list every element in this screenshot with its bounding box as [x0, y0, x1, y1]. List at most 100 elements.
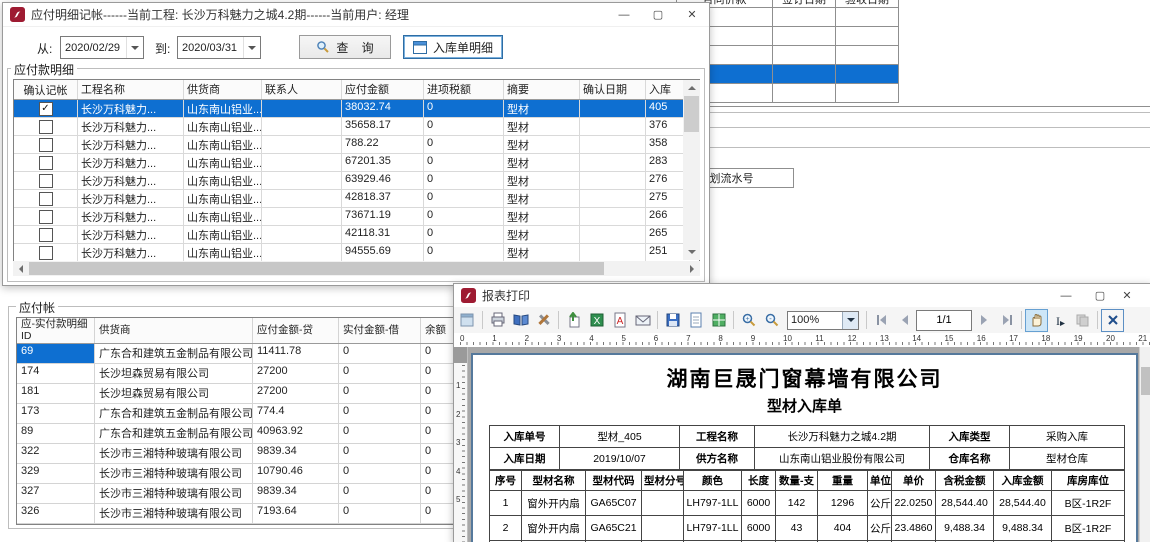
- checkbox[interactable]: [39, 210, 53, 224]
- copy-icon[interactable]: [1071, 309, 1094, 332]
- column-header[interactable]: 确认日期: [580, 80, 646, 99]
- table-row[interactable]: 长沙万科魅力...山东南山铝业...42118.310型材265: [14, 226, 699, 244]
- inbound-detail-button-label: 入库单明细: [433, 39, 493, 56]
- next-page-icon[interactable]: [972, 309, 995, 332]
- from-date-combo[interactable]: 2020/02/29: [60, 36, 144, 59]
- save-icon[interactable]: [661, 309, 684, 332]
- checkbox[interactable]: [39, 138, 53, 152]
- text-select-tool-icon[interactable]: I: [1048, 309, 1071, 332]
- chevron-down-icon[interactable]: [243, 37, 260, 58]
- column-header[interactable]: 应付金额-贷: [253, 318, 339, 343]
- table-row[interactable]: ✓长沙万科魅力...山东南山铝业...38032.740型材405: [14, 100, 699, 118]
- zoom-out-icon[interactable]: -: [760, 309, 783, 332]
- maximize-button[interactable]: ▢: [641, 3, 675, 26]
- inbound-info-table: 入库单号型材_405工程名称长沙万科魅力之城4.2期入库类型采购入库入库日期20…: [489, 425, 1125, 470]
- report-company-name: 湖南巨晟门窗幕墙有限公司: [473, 363, 1136, 393]
- checkbox[interactable]: [39, 174, 53, 188]
- minimize-button[interactable]: —: [1049, 284, 1083, 307]
- export-icon[interactable]: [562, 309, 585, 332]
- column-header[interactable]: 工程名称: [78, 80, 184, 99]
- table-row[interactable]: [677, 8, 899, 27]
- table-row[interactable]: 长沙万科魅力...山东南山铝业...94555.690型材251: [14, 244, 699, 262]
- checkbox[interactable]: [39, 246, 53, 260]
- to-date-combo[interactable]: 2020/03/31: [177, 36, 261, 59]
- checkbox[interactable]: [39, 192, 53, 206]
- cell: 69: [17, 344, 95, 363]
- column-header[interactable]: 入库: [646, 80, 681, 99]
- close-button[interactable]: ✕: [1117, 284, 1137, 307]
- close-preview-icon[interactable]: [1101, 309, 1124, 332]
- column-header[interactable]: 进项税额: [424, 80, 504, 99]
- close-button[interactable]: ✕: [675, 3, 709, 26]
- column-header[interactable]: 验收日期: [836, 0, 899, 8]
- scroll-left-button[interactable]: [13, 261, 28, 276]
- table-row[interactable]: [677, 84, 899, 103]
- table-row[interactable]: [677, 65, 899, 84]
- cell: 266: [646, 208, 681, 225]
- titlebar[interactable]: 报表打印 — ▢ ✕: [454, 284, 1150, 308]
- scroll-down-button[interactable]: [683, 245, 700, 260]
- grid-horizontal-scrollbar[interactable]: [13, 261, 700, 276]
- table-row[interactable]: 长沙万科魅力...山东南山铝业...42818.370型材275: [14, 190, 699, 208]
- checkbox[interactable]: ✓: [39, 102, 53, 116]
- titlebar[interactable]: 应付明细记帐------当前工程: 长沙万科魅力之城4.2期------当前用户…: [3, 3, 709, 27]
- scrollbar-thumb[interactable]: [29, 262, 604, 275]
- hand-tool-icon[interactable]: [1025, 309, 1048, 332]
- mail-icon[interactable]: [631, 309, 654, 332]
- grid-header-row: 确认记帐工程名称供货商联系人应付金额进项税额摘要确认日期入库: [14, 80, 699, 100]
- checkbox[interactable]: [39, 120, 53, 134]
- cell: [773, 65, 836, 84]
- column-header[interactable]: 供货商: [184, 80, 262, 99]
- scroll-right-button[interactable]: [685, 261, 700, 276]
- designer-icon[interactable]: [456, 309, 479, 332]
- cell: 型材: [504, 226, 580, 243]
- scroll-up-button[interactable]: [683, 80, 700, 95]
- preview-vertical-scrollbar[interactable]: [1139, 347, 1150, 542]
- page-indicator-input[interactable]: [916, 310, 972, 331]
- column-header[interactable]: 供货商: [95, 318, 253, 343]
- column-header[interactable]: 签订日期: [773, 0, 836, 8]
- column-header[interactable]: 应-实付款明细ID: [17, 318, 95, 343]
- table-row[interactable]: 长沙万科魅力...山东南山铝业...63929.460型材276: [14, 172, 699, 190]
- minimize-button[interactable]: —: [607, 3, 641, 26]
- maximize-button[interactable]: ▢: [1083, 284, 1117, 307]
- chevron-down-icon[interactable]: [842, 312, 858, 329]
- confirm-cell: ✓: [14, 100, 78, 117]
- column-header[interactable]: 摘要: [504, 80, 580, 99]
- table-row[interactable]: 长沙万科魅力...山东南山铝业...788.220型材358: [14, 136, 699, 154]
- previous-page-icon[interactable]: [893, 309, 916, 332]
- column-header[interactable]: 联系人: [262, 80, 342, 99]
- chevron-down-icon[interactable]: [126, 37, 143, 58]
- last-page-icon[interactable]: [995, 309, 1018, 332]
- info-row: 入库单号型材_405工程名称长沙万科魅力之城4.2期入库类型采购入库: [490, 426, 1125, 448]
- table-row[interactable]: 长沙万科魅力...山东南山铝业...35658.170型材376: [14, 118, 699, 136]
- inbound-detail-button[interactable]: 入库单明细: [403, 35, 503, 59]
- first-page-icon[interactable]: [870, 309, 893, 332]
- payable-detail-grid[interactable]: 确认记帐工程名称供货商联系人应付金额进项税额摘要确认日期入库✓长沙万科魅力...…: [13, 79, 700, 263]
- column-header[interactable]: 应付金额: [342, 80, 424, 99]
- scrollbar-thumb[interactable]: [1141, 367, 1150, 395]
- grid-vertical-scrollbar[interactable]: [683, 80, 700, 260]
- page-icon[interactable]: [684, 309, 707, 332]
- table-row[interactable]: [677, 46, 899, 65]
- open-book-icon[interactable]: [509, 309, 532, 332]
- grid-view-icon[interactable]: [707, 309, 730, 332]
- column-header[interactable]: 实付金额-借: [339, 318, 421, 343]
- table-row[interactable]: 长沙万科魅力...山东南山铝业...67201.350型材283: [14, 154, 699, 172]
- print-icon[interactable]: [486, 309, 509, 332]
- checkbox[interactable]: [39, 156, 53, 170]
- query-button[interactable]: 查 询: [299, 35, 391, 59]
- excel-export-icon[interactable]: X: [585, 309, 608, 332]
- scrollbar-thumb[interactable]: [684, 96, 699, 132]
- table-row[interactable]: [677, 27, 899, 46]
- checkbox[interactable]: [39, 228, 53, 242]
- zoom-in-icon[interactable]: +: [737, 309, 760, 332]
- cell: LH797-1LL: [684, 516, 742, 541]
- tools-icon[interactable]: [532, 309, 555, 332]
- pdf-export-icon[interactable]: A: [608, 309, 631, 332]
- zoom-combo[interactable]: 100%: [787, 311, 859, 330]
- table-row[interactable]: 长沙万科魅力...山东南山铝业...73671.190型材266: [14, 208, 699, 226]
- column-header[interactable]: 确认记帐: [14, 80, 78, 99]
- cell: 23.4860: [892, 516, 936, 541]
- info-label: 入库类型: [930, 426, 1010, 448]
